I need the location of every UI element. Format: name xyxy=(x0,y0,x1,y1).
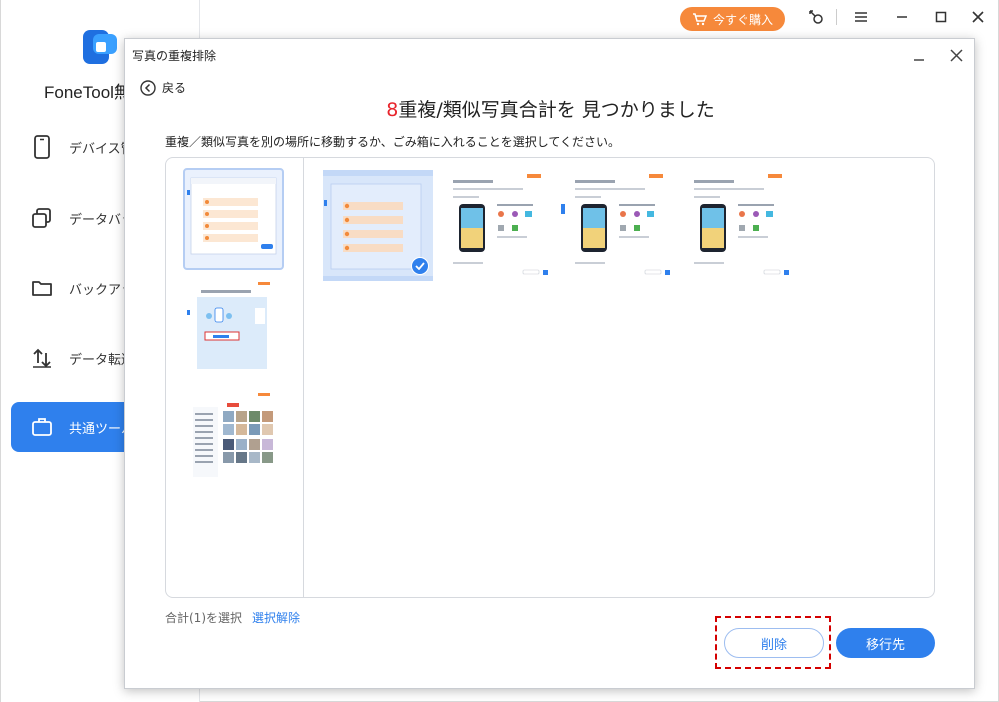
close-icon[interactable] xyxy=(967,6,989,28)
move-to-button[interactable]: 移行先 xyxy=(836,628,935,658)
dialog-close-icon[interactable] xyxy=(945,44,967,66)
group-thumbnail[interactable] xyxy=(185,280,282,378)
cart-icon xyxy=(692,12,707,25)
title-bar: 今すぐ購入 xyxy=(200,0,998,36)
menu-icon[interactable] xyxy=(850,6,872,28)
deselect-link[interactable]: 選択解除 xyxy=(252,609,300,626)
transfer-icon xyxy=(29,345,55,371)
instruction-text: 重複／類似写真を別の場所に移動するか、ごみ箱に入れることを選択してください。 xyxy=(165,135,621,149)
duplicate-count: 8 xyxy=(386,99,399,121)
duplicate-photos-dialog: 写真の重複排除 戻る 8重複/類似写真合計を 見つかりました 重複／類似写真を別… xyxy=(124,38,975,689)
group-list[interactable] xyxy=(166,158,304,597)
group-thumbnail[interactable] xyxy=(183,168,284,270)
back-label: 戻る xyxy=(162,81,187,95)
dialog-minimize-icon[interactable] xyxy=(908,46,930,68)
back-button[interactable]: 戻る xyxy=(140,79,186,96)
headline-text: 重複/類似写真合計を 見つかりました xyxy=(398,99,715,121)
selected-count: 合計(1)を選択 xyxy=(165,611,242,625)
photo-item[interactable] xyxy=(323,170,433,281)
checkmark-icon xyxy=(411,257,429,275)
group-thumbnail[interactable] xyxy=(185,383,282,481)
brand-name: FoneTool無 xyxy=(44,83,131,102)
maximize-icon[interactable] xyxy=(930,6,952,28)
photo-item[interactable] xyxy=(680,170,790,281)
fonetool-logo xyxy=(83,30,117,64)
delete-button[interactable]: 削除 xyxy=(724,628,824,658)
photo-panel xyxy=(165,157,935,598)
photo-item[interactable] xyxy=(561,170,671,281)
toolbar-divider xyxy=(836,9,837,25)
key-icon[interactable] xyxy=(805,6,827,28)
phone-icon xyxy=(29,134,55,160)
result-headline: 8重複/類似写真合計を 見つかりました xyxy=(125,95,976,122)
photo-item[interactable] xyxy=(439,170,549,281)
folder-icon xyxy=(29,275,55,301)
dialog-title: 写真の重複排除 xyxy=(132,49,217,63)
buy-now-button[interactable]: 今すぐ購入 xyxy=(680,7,785,31)
minimize-icon[interactable] xyxy=(891,6,913,28)
buy-now-label: 今すぐ購入 xyxy=(712,12,773,27)
toolbox-icon xyxy=(29,414,55,440)
back-arrow-icon xyxy=(140,79,156,96)
copy-icon xyxy=(29,205,55,231)
